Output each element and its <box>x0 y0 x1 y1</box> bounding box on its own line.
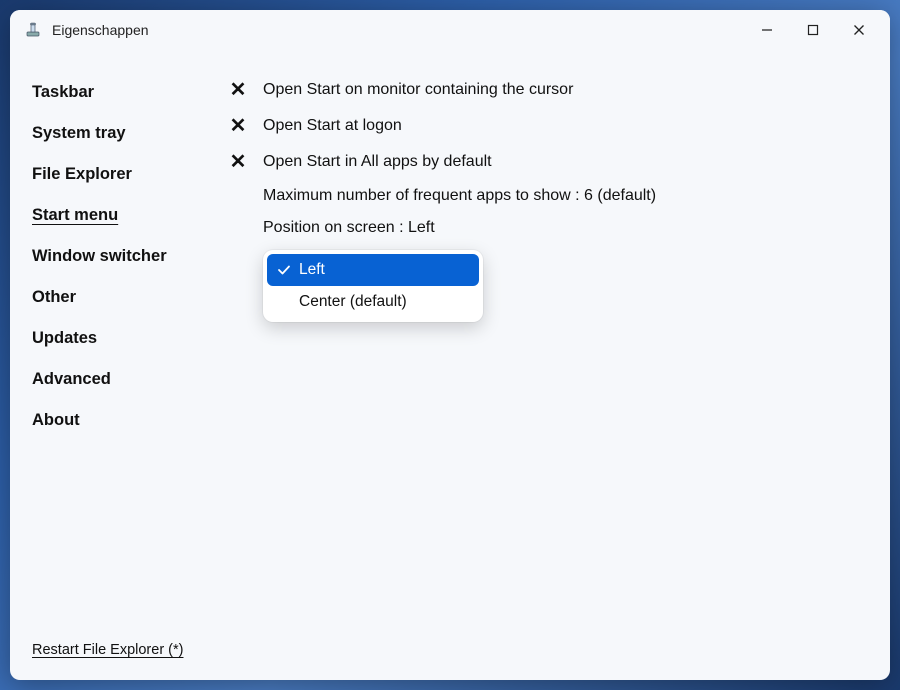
sidebar-item-system-tray[interactable]: System tray <box>30 113 215 154</box>
close-button[interactable] <box>836 14 882 46</box>
dropdown-item-center[interactable]: Center (default) <box>267 286 479 318</box>
maximize-button[interactable] <box>790 14 836 46</box>
option-open-start-logon[interactable]: ✕ Open Start at logon <box>227 108 870 144</box>
option-open-start-cursor[interactable]: ✕ Open Start on monitor containing the c… <box>227 72 870 108</box>
x-icon: ✕ <box>227 151 249 173</box>
sidebar-item-taskbar[interactable]: Taskbar <box>30 72 215 113</box>
sidebar-item-about[interactable]: About <box>30 400 215 441</box>
sidebar-spacer <box>30 441 215 636</box>
x-icon: ✕ <box>227 115 249 137</box>
option-label: Maximum number of frequent apps to show … <box>263 187 656 205</box>
option-label: Open Start in All apps by default <box>263 153 492 171</box>
content-panel: ✕ Open Start on monitor containing the c… <box>215 72 870 668</box>
option-label: Open Start at logon <box>263 117 402 135</box>
check-icon <box>277 263 291 277</box>
titlebar: Eigenschappen <box>10 10 890 50</box>
option-max-frequent-apps[interactable]: Maximum number of frequent apps to show … <box>227 180 870 212</box>
sidebar-item-file-explorer[interactable]: File Explorer <box>30 154 215 195</box>
x-icon: ✕ <box>227 79 249 101</box>
sidebar-item-advanced[interactable]: Advanced <box>30 359 215 400</box>
sidebar: Taskbar System tray File Explorer Start … <box>30 72 215 668</box>
position-dropdown[interactable]: Left Center (default) <box>263 250 483 322</box>
window-controls <box>744 14 882 46</box>
dropdown-item-label: Center (default) <box>299 293 407 310</box>
sidebar-item-other[interactable]: Other <box>30 277 215 318</box>
window-title: Eigenschappen <box>52 22 744 38</box>
dropdown-item-label: Left <box>299 261 325 278</box>
option-label: Open Start on monitor containing the cur… <box>263 81 573 99</box>
dropdown-item-left[interactable]: Left <box>267 254 479 286</box>
option-label: Position on screen : Left <box>263 219 435 237</box>
option-open-start-all-apps[interactable]: ✕ Open Start in All apps by default <box>227 144 870 180</box>
window-body: Taskbar System tray File Explorer Start … <box>10 50 890 680</box>
restart-file-explorer-link[interactable]: Restart File Explorer (*) <box>30 636 215 668</box>
minimize-button[interactable] <box>744 14 790 46</box>
option-position-on-screen[interactable]: Position on screen : Left <box>227 212 870 244</box>
sidebar-item-window-switcher[interactable]: Window switcher <box>30 236 215 277</box>
sidebar-item-start-menu[interactable]: Start menu <box>30 195 215 236</box>
app-icon <box>24 21 42 39</box>
app-window: Eigenschappen Taskbar System tray File E… <box>10 10 890 680</box>
sidebar-item-updates[interactable]: Updates <box>30 318 215 359</box>
